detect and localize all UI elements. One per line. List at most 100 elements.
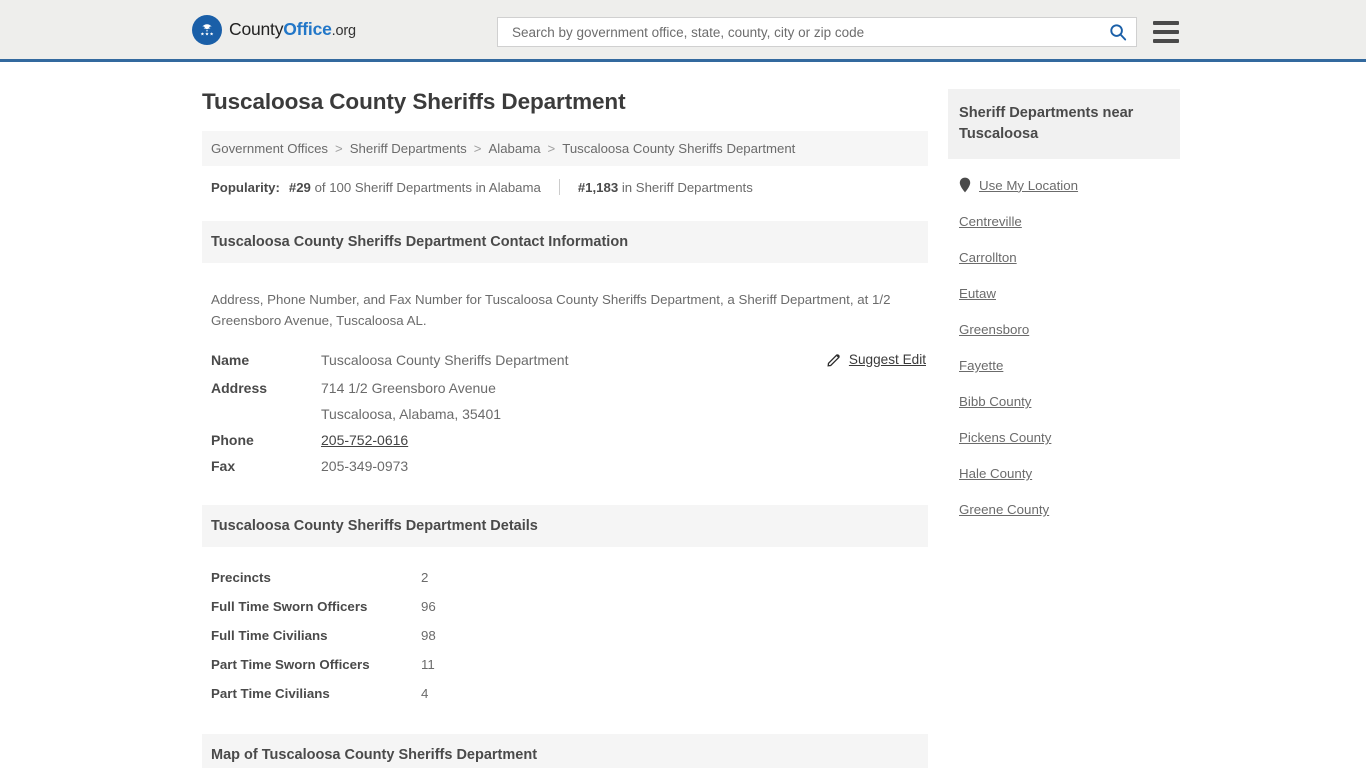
hamburger-menu-icon[interactable] bbox=[1153, 21, 1179, 43]
popularity-national-rank-text: in Sheriff Departments bbox=[621, 179, 753, 195]
details-section-header: Tuscaloosa County Sheriffs Department De… bbox=[202, 504, 928, 547]
contact-row-key-name: Name bbox=[211, 351, 250, 368]
breadcrumb-item-government-offices[interactable]: Government Offices bbox=[211, 141, 328, 156]
sidebar-item-greensboro[interactable]: Greensboro bbox=[959, 322, 1180, 337]
sidebar-item-bibb-county[interactable]: Bibb County bbox=[959, 394, 1180, 409]
use-my-location-link[interactable]: Use My Location bbox=[979, 178, 1078, 193]
sidebar-link-bibb-county[interactable]: Bibb County bbox=[959, 394, 1031, 409]
search-button[interactable] bbox=[1106, 20, 1130, 44]
eagle-seal-icon bbox=[192, 14, 222, 45]
details-value-full-time-sworn-officers: 96 bbox=[421, 598, 436, 614]
popularity-state-rank: #29 of 100 Sheriff Departments in Alabam… bbox=[289, 180, 541, 195]
contact-row-action-empty bbox=[812, 401, 928, 427]
map-section-header: Map of Tuscaloosa County Sheriffs Depart… bbox=[202, 733, 928, 768]
table-row: Part Time Civilians 4 bbox=[202, 679, 928, 708]
contact-row-value-address-line1: 714 1/2 Greensboro Avenue bbox=[321, 379, 496, 396]
sidebar-item-pickens-county[interactable]: Pickens County bbox=[959, 430, 1180, 445]
details-key-part-time-sworn-officers: Part Time Sworn Officers bbox=[211, 656, 370, 672]
breadcrumb-item-sheriff-departments[interactable]: Sheriff Departments bbox=[350, 141, 467, 156]
details-table: Precincts 2 Full Time Sworn Officers 96 … bbox=[202, 563, 928, 708]
table-row: Precincts 2 bbox=[202, 563, 928, 592]
popularity-state-rank-text: of 100 Sheriff Departments in Alabama bbox=[314, 179, 541, 195]
contact-row-value-name: Tuscaloosa County Sheriffs Department bbox=[321, 351, 569, 368]
sidebar-title: Sheriff Departments near Tuscaloosa bbox=[948, 89, 1180, 160]
sidebar-link-greensboro[interactable]: Greensboro bbox=[959, 322, 1029, 337]
logo-wordmark: CountyOffice.org bbox=[229, 19, 356, 40]
popularity-row: Popularity: #29 of 100 Sheriff Departmen… bbox=[202, 166, 928, 195]
sidebar-item-fayette[interactable]: Fayette bbox=[959, 358, 1180, 373]
sidebar-item-greene-county[interactable]: Greene County bbox=[959, 502, 1180, 517]
sidebar-item-use-my-location[interactable]: Use My Location bbox=[959, 177, 1180, 193]
map-pin-icon bbox=[959, 177, 971, 193]
popularity-divider bbox=[558, 179, 560, 195]
logo-text-county: County bbox=[229, 19, 284, 39]
contact-row-key-fax: Fax bbox=[211, 457, 236, 474]
table-row: Full Time Civilians 98 bbox=[202, 621, 928, 650]
sidebar-item-eutaw[interactable]: Eutaw bbox=[959, 286, 1180, 301]
breadcrumb-item-alabama[interactable]: Alabama bbox=[488, 141, 540, 156]
table-row: Address 714 1/2 Greensboro Avenue bbox=[202, 375, 928, 401]
page-title: Tuscaloosa County Sheriffs Department bbox=[202, 89, 626, 114]
sidebar-link-pickens-county[interactable]: Pickens County bbox=[959, 430, 1051, 445]
details-key-part-time-civilians: Part Time Civilians bbox=[211, 685, 330, 701]
sidebar-item-hale-county[interactable]: Hale County bbox=[959, 466, 1180, 481]
contact-row-key-address: Address bbox=[211, 379, 268, 396]
contact-row-key-phone: Phone bbox=[211, 431, 254, 448]
suggest-edit-button[interactable]: Suggest Edit bbox=[827, 352, 926, 367]
sidebar-link-hale-county[interactable]: Hale County bbox=[959, 466, 1032, 481]
contact-row-action-empty bbox=[812, 453, 928, 479]
contact-row-value-address-line2: Tuscaloosa, Alabama, 35401 bbox=[321, 405, 502, 422]
sidebar-links: Use My Location Centreville Carrollton E… bbox=[948, 159, 1180, 518]
details-value-part-time-sworn-officers: 11 bbox=[421, 656, 435, 672]
menu-bar-1 bbox=[1153, 21, 1179, 25]
contact-row-action-empty bbox=[812, 375, 928, 401]
suggest-edit-label: Suggest Edit bbox=[848, 351, 926, 367]
breadcrumb-item-current: Tuscaloosa County Sheriffs Department bbox=[562, 141, 796, 156]
sidebar-link-carrollton[interactable]: Carrollton bbox=[959, 250, 1017, 265]
header-search-area bbox=[497, 17, 1179, 47]
breadcrumb-separator: > bbox=[335, 141, 343, 156]
sidebar-link-eutaw[interactable]: Eutaw bbox=[959, 286, 996, 301]
logo-text-office: Office bbox=[283, 19, 332, 39]
contact-row-value-phone: 205-752-0616 bbox=[312, 427, 812, 453]
menu-bar-3 bbox=[1153, 39, 1179, 43]
main-column: Tuscaloosa County Sheriffs Department Go… bbox=[202, 62, 928, 768]
edit-pencil-icon bbox=[827, 353, 840, 367]
table-row: Part Time Sworn Officers 11 bbox=[202, 650, 928, 679]
details-value-full-time-civilians: 98 bbox=[421, 627, 436, 643]
phone-link[interactable]: 205-752-0616 bbox=[321, 432, 408, 448]
table-row: Phone 205-752-0616 bbox=[202, 427, 928, 453]
sidebar-item-carrollton[interactable]: Carrollton bbox=[959, 250, 1180, 265]
details-value-part-time-civilians: 4 bbox=[421, 685, 429, 701]
popularity-national-rank-value: #1,183 bbox=[577, 179, 619, 195]
sidebar-link-centreville[interactable]: Centreville bbox=[959, 214, 1022, 229]
popularity-state-rank-value: #29 bbox=[288, 179, 311, 195]
menu-bar-2 bbox=[1153, 30, 1179, 34]
breadcrumb: Government Offices > Sheriff Departments… bbox=[202, 131, 928, 166]
contact-info-table: Name Tuscaloosa County Sheriffs Departme… bbox=[202, 347, 928, 479]
sidebar: Sheriff Departments near Tuscaloosa Use … bbox=[948, 89, 1180, 768]
site-logo[interactable]: CountyOffice.org bbox=[192, 14, 356, 45]
site-header: CountyOffice.org bbox=[0, 0, 1366, 62]
contact-row-key-empty bbox=[202, 401, 312, 427]
sidebar-link-fayette[interactable]: Fayette bbox=[959, 358, 1003, 373]
details-value-precincts: 2 bbox=[421, 569, 429, 585]
breadcrumb-separator: > bbox=[473, 141, 482, 156]
contact-section-description: Address, Phone Number, and Fax Number fo… bbox=[211, 292, 891, 328]
sidebar-link-greene-county[interactable]: Greene County bbox=[959, 502, 1049, 517]
details-key-precincts: Precincts bbox=[211, 569, 271, 585]
breadcrumb-separator: > bbox=[547, 141, 556, 156]
search-box[interactable] bbox=[497, 17, 1137, 47]
table-row: Fax 205-349-0973 bbox=[202, 453, 928, 479]
table-row: Tuscaloosa, Alabama, 35401 bbox=[202, 401, 928, 427]
table-row: Full Time Sworn Officers 96 bbox=[202, 592, 928, 621]
search-icon bbox=[1110, 24, 1127, 41]
contact-section-header: Tuscaloosa County Sheriffs Department Co… bbox=[202, 221, 928, 263]
popularity-label: Popularity: bbox=[211, 179, 280, 195]
details-key-full-time-sworn-officers: Full Time Sworn Officers bbox=[211, 598, 368, 614]
logo-text-org: .org bbox=[331, 23, 356, 39]
contact-row-value-fax: 205-349-0973 bbox=[321, 457, 409, 474]
suggest-edit-cell: Suggest Edit bbox=[812, 347, 928, 375]
sidebar-item-centreville[interactable]: Centreville bbox=[959, 214, 1180, 229]
search-input[interactable] bbox=[510, 23, 1106, 41]
